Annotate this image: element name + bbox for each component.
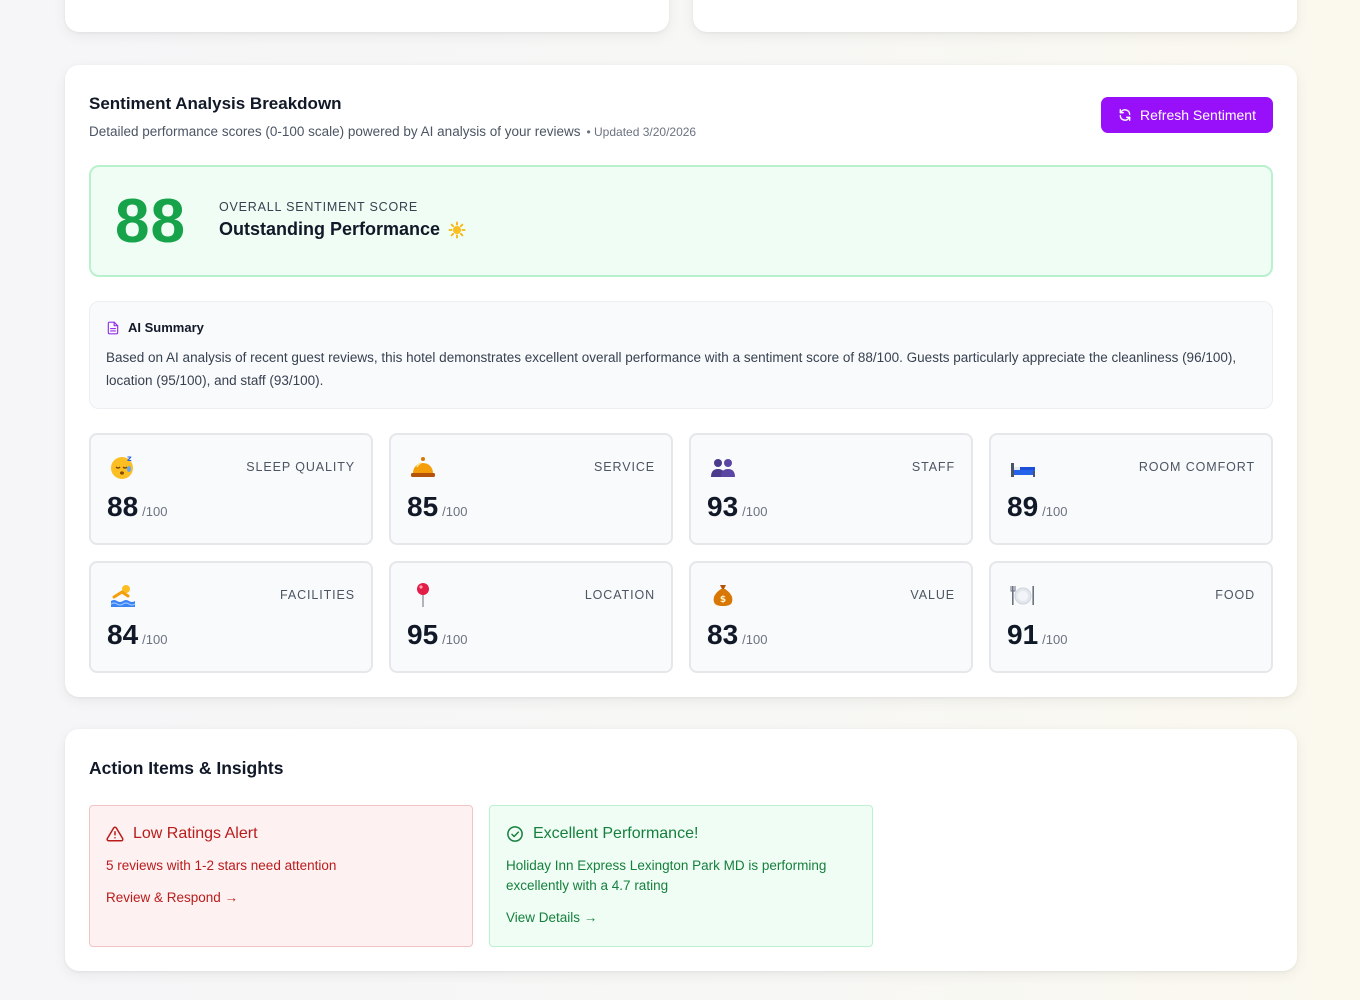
metric-score: 93 — [707, 491, 739, 522]
metric-max: /100 — [742, 504, 768, 519]
metric-max: /100 — [742, 632, 768, 647]
refresh-label: Refresh Sentiment — [1140, 107, 1256, 123]
subtitle-text: Detailed performance scores (0-100 scale… — [89, 124, 581, 139]
metric-card-value: $ VALUE 83/100 — [689, 561, 973, 673]
overall-score-value: 88 — [115, 187, 186, 256]
pushpin-icon — [417, 583, 429, 607]
metric-max: /100 — [442, 632, 468, 647]
metric-value: 95/100 — [407, 619, 467, 651]
metric-value: 83/100 — [707, 619, 767, 651]
action-items-card: Action Items & Insights Low Ratings Aler… — [65, 729, 1297, 971]
ai-summary-panel: AI Summary Based on AI analysis of recen… — [89, 301, 1273, 409]
metric-card-staff: STAFF 93/100 — [689, 433, 973, 545]
metric-name: FOOD — [1215, 588, 1255, 602]
plate-cutlery-icon — [1010, 586, 1034, 605]
bellhop-bell-icon — [411, 457, 435, 477]
document-icon — [107, 321, 119, 334]
metric-score: 89 — [1007, 491, 1039, 522]
metric-card-location: LOCATION 95/100 — [389, 561, 673, 673]
overall-score-label: OVERALL SENTIMENT SCORE — [219, 200, 418, 214]
metric-value: 85/100 — [407, 491, 467, 523]
excellent-message: Holiday Inn Express Lexington Park MD is… — [506, 858, 827, 893]
section-title: Sentiment Analysis Breakdown — [89, 94, 342, 113]
money-bag-icon: $ — [713, 585, 733, 606]
warning-triangle-icon — [106, 826, 124, 842]
excellent-title: Excellent Performance! — [533, 825, 699, 842]
metric-value: 89/100 — [1007, 491, 1067, 523]
excellent-heading: Excellent Performance! — [506, 825, 698, 843]
metric-score: 83 — [707, 619, 739, 650]
metric-score: 91 — [1007, 619, 1039, 650]
review-respond-link[interactable]: Review & Respond → — [106, 890, 238, 905]
metric-value: 91/100 — [1007, 619, 1067, 651]
metric-value: 88/100 — [107, 491, 167, 523]
ai-summary-text: Based on AI analysis of recent guest rev… — [106, 350, 1237, 388]
low-ratings-title: Low Ratings Alert — [133, 825, 258, 842]
metric-max: /100 — [1042, 504, 1068, 519]
excellent-performance-alert: Excellent Performance! Holiday Inn Expre… — [489, 805, 873, 947]
metric-score: 95 — [407, 619, 439, 650]
metric-score: 84 — [107, 619, 139, 650]
metric-card-food: FOOD 91/100 — [989, 561, 1273, 673]
metric-max: /100 — [142, 504, 168, 519]
section-subtitle: Detailed performance scores (0-100 scale… — [89, 124, 696, 139]
refresh-sentiment-button[interactable]: Refresh Sentiment — [1101, 97, 1273, 133]
low-ratings-heading: Low Ratings Alert — [106, 825, 258, 843]
metric-score: 88 — [107, 491, 139, 522]
updated-timestamp: • Updated 3/20/2026 — [586, 125, 697, 139]
overall-rating: Outstanding Performance — [219, 219, 466, 240]
low-ratings-message: 5 reviews with 1-2 stars need attention — [106, 858, 337, 873]
bed-icon — [1011, 463, 1035, 477]
overall-rating-text: Outstanding Performance — [219, 219, 441, 239]
metric-name: SERVICE — [594, 460, 655, 474]
sentiment-analysis-card: Sentiment Analysis Breakdown Detailed pe… — [65, 65, 1297, 697]
metric-max: /100 — [142, 632, 168, 647]
swimmer-icon — [110, 585, 136, 607]
low-ratings-alert: Low Ratings Alert 5 reviews with 1-2 sta… — [89, 805, 473, 947]
metric-name: VALUE — [910, 588, 955, 602]
check-circle-icon — [507, 826, 523, 842]
metric-card-room-comfort: ROOM COMFORT 89/100 — [989, 433, 1273, 545]
metric-card-sleep-quality: z SLEEP QUALITY 88/100 — [89, 433, 373, 545]
svg-text:z: z — [127, 454, 132, 463]
refresh-icon — [1119, 109, 1131, 121]
svg-text:$: $ — [720, 595, 726, 605]
ai-summary-heading: AI Summary — [106, 320, 204, 335]
view-details-link[interactable]: View Details → — [506, 910, 597, 925]
metric-score: 85 — [407, 491, 439, 522]
metric-max: /100 — [442, 504, 468, 519]
stats-card-right — [693, 0, 1297, 32]
stats-card-left — [65, 0, 669, 32]
sparkle-sun-icon — [448, 220, 466, 239]
ai-summary-title: AI Summary — [128, 320, 204, 335]
metric-card-facilities: FACILITIES 84/100 — [89, 561, 373, 673]
metric-name: SLEEP QUALITY — [246, 460, 355, 474]
metric-name: FACILITIES — [280, 588, 355, 602]
metric-max: /100 — [1042, 632, 1068, 647]
metric-value: 84/100 — [107, 619, 167, 651]
metric-name: ROOM COMFORT — [1138, 460, 1255, 474]
metric-name: LOCATION — [584, 588, 655, 602]
metric-name: STAFF — [911, 460, 955, 474]
metric-card-service: SERVICE 85/100 — [389, 433, 673, 545]
sleeping-face-icon: z — [111, 454, 133, 479]
overall-score-panel: 88 OVERALL SENTIMENT SCORE Outstanding P… — [89, 165, 1273, 277]
action-items-title: Action Items & Insights — [89, 758, 284, 778]
people-icon — [711, 459, 735, 477]
metric-value: 93/100 — [707, 491, 767, 523]
